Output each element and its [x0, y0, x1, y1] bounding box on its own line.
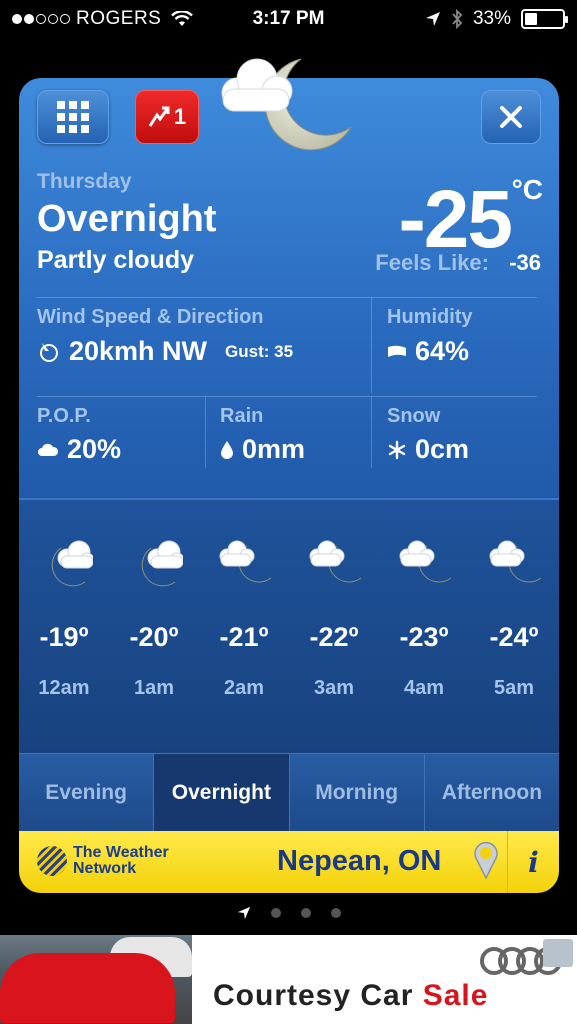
page-dot[interactable]: [300, 908, 311, 918]
hourly-temperature: -21º: [219, 622, 269, 652]
condition-text: Partly cloudy: [37, 246, 194, 274]
rain-label: Rain: [220, 405, 264, 427]
battery-percent: 33%: [472, 8, 511, 29]
day-label: Thursday: [37, 170, 132, 193]
the-weather-network-logo[interactable]: The Weather Network: [37, 845, 169, 877]
tab-afternoon[interactable]: Afternoon: [424, 754, 559, 831]
ad-choices-icon[interactable]: [543, 939, 573, 967]
raindrop-icon: [221, 440, 233, 459]
cloud-moon-icon: [217, 538, 273, 588]
hourly-temperature: -22º: [309, 622, 359, 652]
divider: [205, 396, 206, 468]
divider: [371, 396, 372, 468]
location-arrow-icon: [425, 12, 440, 26]
hourly-temperature: -20º: [129, 622, 179, 652]
status-bar: ROGERS 3:17 PM 33%: [0, 0, 577, 38]
hourly-time: 4am: [403, 677, 445, 699]
rain-value: 0mm: [220, 434, 305, 465]
location-pin-icon[interactable]: [473, 840, 499, 880]
temperature-unit: °C: [511, 174, 543, 205]
hourly-time: 3am: [313, 677, 355, 699]
twn-globe-icon: [37, 846, 67, 876]
page-indicator: [0, 902, 577, 924]
brand-line-1: The Weather: [73, 844, 169, 861]
snowflake-icon: [388, 440, 406, 459]
location-name[interactable]: Nepean, ON: [277, 845, 441, 878]
hourly-temperature: -24º: [489, 622, 539, 652]
brand-line-2: Network: [73, 860, 137, 877]
hourly-time: 5am: [493, 677, 535, 699]
lightning-icon: [148, 106, 170, 127]
weather-alert-button[interactable]: 1: [135, 90, 199, 144]
alert-count: 1: [173, 104, 187, 129]
pop-label: P.O.P.: [37, 405, 91, 427]
current-location-page-icon[interactable]: [237, 906, 251, 920]
feels-like-label: Feels Like:: [375, 250, 489, 275]
info-button[interactable]: i: [507, 831, 559, 893]
page-dot[interactable]: [330, 908, 341, 918]
battery-level-fill: [525, 13, 537, 25]
partly-cloudy-night-icon: [221, 58, 352, 151]
hourly-time: 12am: [38, 677, 90, 699]
snow-value: 0cm: [387, 434, 469, 465]
wind-label: Wind Speed & Direction: [37, 306, 264, 328]
battery-icon: [521, 9, 568, 29]
cloud-moon-icon: [307, 538, 363, 588]
pop-value: 20%: [37, 434, 121, 465]
cloud-moon-icon: [487, 538, 543, 588]
gust-value: Gust: 35: [225, 341, 294, 361]
hourly-forecast: -19º 12am -20º 1am -21º 2am -22º 3am -23º 4am -24º…: [19, 498, 559, 753]
page-dot[interactable]: [270, 908, 281, 918]
wind-value: 20kmh NW Gust: 35: [37, 336, 293, 367]
tab-overnight[interactable]: Overnight: [154, 754, 290, 831]
snow-label: Snow: [387, 405, 441, 427]
tab-morning[interactable]: Morning: [289, 754, 425, 831]
divider: [37, 396, 537, 397]
hourly-time: 2am: [223, 677, 265, 699]
partly-cloudy-night-icon: [127, 538, 185, 588]
ad-banner[interactable]: Courtesy Car Sale: [0, 935, 577, 1024]
grid-icon: [57, 101, 89, 133]
close-icon: [500, 106, 522, 128]
divider: [37, 297, 537, 298]
partly-cloudy-night-icon: [37, 538, 95, 588]
close-button[interactable]: [481, 90, 541, 144]
footer-bar: The Weather Network Nepean, ON i: [19, 831, 559, 893]
cloud-moon-icon: [397, 538, 453, 588]
hourly-temperature: -19º: [39, 622, 89, 652]
menu-grid-button[interactable]: [37, 90, 109, 144]
feels-like-value: -36: [509, 250, 541, 275]
humidity-label: Humidity: [387, 306, 473, 328]
bluetooth-icon: [452, 9, 463, 29]
hourly-temperature: -23º: [399, 622, 449, 652]
humidity-value: 64%: [387, 336, 469, 367]
weather-card: 1 Thursday Overnight Partly cloudy -25 °…: [19, 78, 559, 893]
cloud-icon: [38, 443, 59, 456]
hourly-time: 1am: [133, 677, 175, 699]
tab-evening[interactable]: Evening: [19, 754, 155, 831]
ad-car-photo: [0, 935, 192, 1024]
humidity-flag-icon: [388, 345, 406, 357]
wind-direction-icon: [40, 342, 58, 362]
period-title: Overnight: [37, 198, 217, 240]
period-tabs: Evening Overnight Morning Afternoon: [19, 753, 559, 831]
divider: [371, 297, 372, 393]
ad-headline: Courtesy Car Sale: [213, 979, 489, 1012]
